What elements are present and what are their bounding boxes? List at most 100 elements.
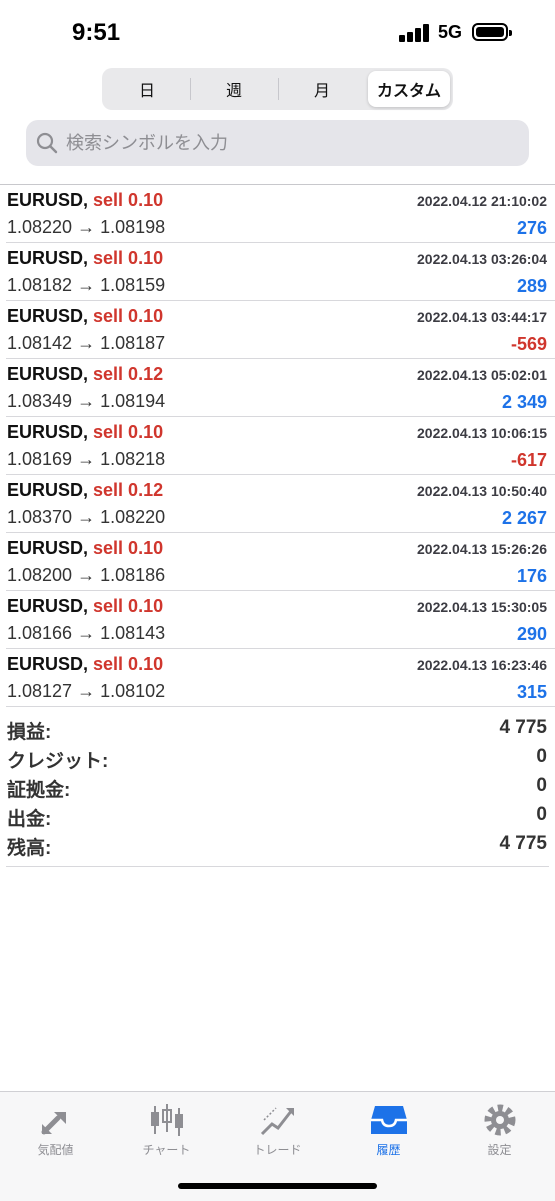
search-icon bbox=[36, 132, 58, 154]
summary-row: 出金: 0 bbox=[6, 802, 549, 831]
trade-symbol-line: EURUSD, sell 0.10 bbox=[7, 190, 163, 211]
network-type: 5G bbox=[438, 22, 463, 42]
close-price: 1.08198 bbox=[100, 217, 166, 237]
trade-symbol: EURUSD, bbox=[7, 654, 89, 674]
trade-row[interactable]: EURUSD, sell 0.10 1.08182 → 1.08159 2022.0… bbox=[6, 243, 555, 301]
summary-value: 4 775 bbox=[499, 717, 547, 738]
trade-symbol: EURUSD, bbox=[7, 248, 89, 268]
segment-week[interactable]: 週 bbox=[191, 71, 277, 107]
summary-row: 損益: 4 775 bbox=[6, 715, 549, 744]
open-price: 1.08349 bbox=[7, 391, 73, 411]
trade-prices: 1.08166 → 1.08143 bbox=[7, 623, 165, 644]
history-inbox-icon bbox=[370, 1106, 407, 1134]
trade-side: sell 0.10 bbox=[93, 190, 164, 210]
summary-value: 0 bbox=[536, 746, 547, 767]
trade-time: 2022.04.12 21:10:02 bbox=[417, 193, 547, 209]
summary-row: クレジット: 0 bbox=[6, 744, 549, 773]
trade-row[interactable]: EURUSD, sell 0.12 1.08349 → 1.08194 2022.0… bbox=[6, 359, 555, 417]
cellular-signal-icon bbox=[399, 24, 431, 42]
summary-label: クレジット: bbox=[7, 751, 109, 772]
tab-trade[interactable]: トレード bbox=[222, 1102, 333, 1162]
tab-settings[interactable]: 設定 bbox=[444, 1102, 555, 1162]
tab-label: トレード bbox=[253, 1143, 302, 1157]
trade-profit: -617 bbox=[510, 450, 547, 470]
arrow-right-icon: → bbox=[77, 217, 96, 237]
trade-row[interactable]: EURUSD, sell 0.10 1.08166 → 1.08143 2022.0… bbox=[6, 591, 555, 649]
trade-symbol-line: EURUSD, sell 0.10 bbox=[7, 422, 163, 443]
trade-profit: 276 bbox=[516, 218, 547, 238]
trade-row[interactable]: EURUSD, sell 0.10 1.08169 → 1.08218 2022.0… bbox=[6, 417, 555, 475]
trade-symbol: EURUSD, bbox=[7, 422, 89, 442]
trade-profit: 289 bbox=[516, 276, 547, 296]
summary-label: 証拠金: bbox=[7, 780, 71, 801]
status-bar: 9:51 5G bbox=[0, 0, 555, 64]
open-price: 1.08127 bbox=[7, 681, 73, 701]
close-price: 1.08220 bbox=[100, 507, 166, 527]
trade-side: sell 0.10 bbox=[93, 248, 164, 268]
summary-label: 損益: bbox=[7, 722, 52, 743]
trade-row[interactable]: EURUSD, sell 0.10 1.08142 → 1.08187 2022.0… bbox=[6, 301, 555, 359]
trade-prices: 1.08142 → 1.08187 bbox=[7, 333, 165, 354]
tab-chart[interactable]: チャート bbox=[111, 1102, 222, 1162]
trade-time: 2022.04.13 03:26:04 bbox=[417, 251, 547, 267]
summary-row: 証拠金: 0 bbox=[6, 773, 549, 802]
trade-symbol: EURUSD, bbox=[7, 480, 89, 500]
trade-row[interactable]: EURUSD, sell 0.10 1.08200 → 1.08186 2022.0… bbox=[6, 533, 555, 591]
tab-label: 設定 bbox=[487, 1143, 512, 1157]
trade-row[interactable]: EURUSD, sell 0.10 1.08127 → 1.08102 2022.0… bbox=[6, 649, 555, 707]
trade-profit: 2 267 bbox=[501, 508, 547, 528]
trade-profit: 2 349 bbox=[501, 392, 547, 412]
open-price: 1.08370 bbox=[7, 507, 73, 527]
arrow-right-icon: → bbox=[77, 565, 96, 585]
trade-profit: 176 bbox=[516, 566, 547, 586]
open-price: 1.08166 bbox=[7, 623, 73, 643]
trade-symbol-line: EURUSD, sell 0.10 bbox=[7, 596, 163, 617]
open-price: 1.08220 bbox=[7, 217, 73, 237]
trade-symbol-line: EURUSD, sell 0.12 bbox=[7, 364, 163, 385]
trade-prices: 1.08370 → 1.08220 bbox=[7, 507, 165, 528]
trade-time: 2022.04.13 03:44:17 bbox=[417, 309, 547, 325]
tab-label: 履歴 bbox=[376, 1143, 401, 1157]
arrow-right-icon: → bbox=[77, 507, 96, 527]
trade-history-list: EURUSD, sell 0.10 1.08220 → 1.08198 2022.0… bbox=[0, 184, 555, 707]
trade-prices: 1.08200 → 1.08186 bbox=[7, 565, 165, 586]
trade-symbol: EURUSD, bbox=[7, 364, 89, 384]
trade-symbol: EURUSD, bbox=[7, 596, 89, 616]
summary-label: 出金: bbox=[7, 809, 52, 830]
close-price: 1.08194 bbox=[100, 391, 166, 411]
segment-month[interactable]: 月 bbox=[279, 71, 365, 107]
trade-row[interactable]: EURUSD, sell 0.10 1.08220 → 1.08198 2022.0… bbox=[6, 185, 555, 243]
tab-quotes[interactable]: 気配値 bbox=[0, 1102, 111, 1162]
tab-label: 気配値 bbox=[37, 1143, 74, 1157]
search-input[interactable] bbox=[66, 120, 516, 166]
trade-side: sell 0.10 bbox=[93, 538, 164, 558]
trade-chart-icon bbox=[260, 1107, 294, 1136]
arrow-right-icon: → bbox=[77, 333, 96, 353]
status-time: 9:51 bbox=[72, 19, 121, 46]
gear-icon bbox=[484, 1104, 515, 1136]
trade-symbol-line: EURUSD, sell 0.12 bbox=[7, 480, 163, 501]
summary-row: 残高: 4 775 bbox=[6, 831, 549, 860]
close-price: 1.08102 bbox=[100, 681, 166, 701]
trade-prices: 1.08349 → 1.08194 bbox=[7, 391, 165, 412]
close-price: 1.08186 bbox=[100, 565, 166, 585]
summary-label: 残高: bbox=[7, 838, 52, 859]
close-price: 1.08143 bbox=[100, 623, 166, 643]
trade-side: sell 0.10 bbox=[93, 306, 164, 326]
trade-symbol-line: EURUSD, sell 0.10 bbox=[7, 306, 163, 327]
summary-value: 0 bbox=[536, 775, 547, 796]
segment-custom[interactable]: カスタム bbox=[368, 71, 450, 107]
trade-side: sell 0.12 bbox=[93, 364, 164, 384]
trade-side: sell 0.12 bbox=[93, 480, 164, 500]
tab-history[interactable]: 履歴 bbox=[333, 1102, 444, 1162]
arrow-right-icon: → bbox=[77, 623, 96, 643]
segment-day[interactable]: 日 bbox=[105, 71, 189, 107]
trade-row[interactable]: EURUSD, sell 0.12 1.08370 → 1.08220 2022.0… bbox=[6, 475, 555, 533]
close-price: 1.08187 bbox=[100, 333, 166, 353]
trade-profit: 290 bbox=[516, 624, 547, 644]
trade-prices: 1.08127 → 1.08102 bbox=[7, 681, 165, 702]
close-price: 1.08218 bbox=[100, 449, 166, 469]
trade-symbol-line: EURUSD, sell 0.10 bbox=[7, 538, 163, 559]
trade-prices: 1.08182 → 1.08159 bbox=[7, 275, 165, 296]
trade-profit: 315 bbox=[516, 682, 547, 702]
